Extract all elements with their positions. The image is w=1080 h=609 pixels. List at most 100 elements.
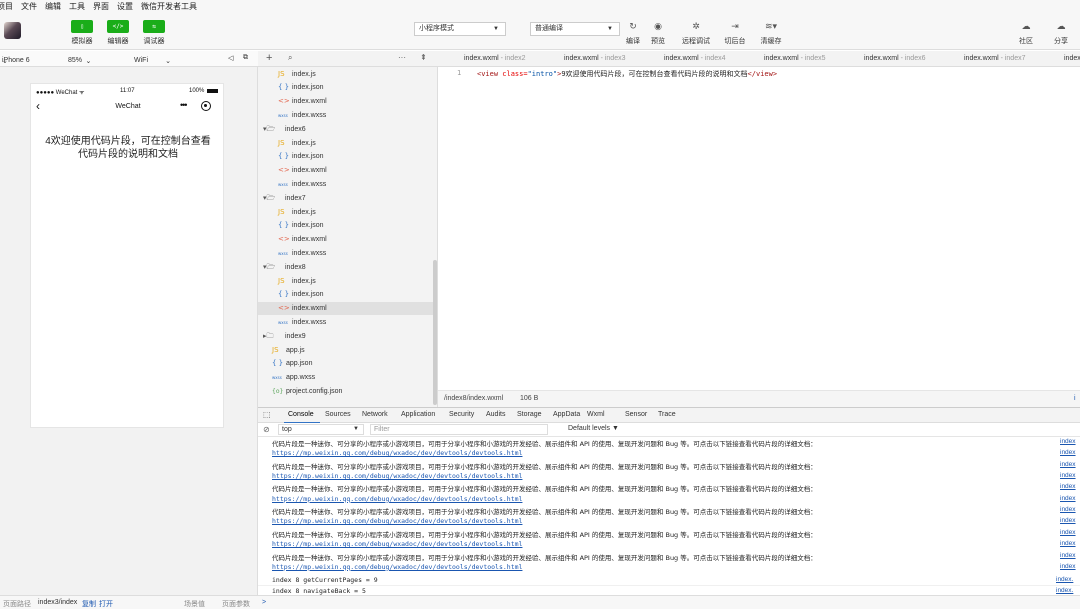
editor-button[interactable]: </> 编辑器 — [103, 20, 133, 46]
tree-file[interactable]: <> index.wxml — [258, 164, 434, 177]
console-source-link[interactable]: index — [1060, 483, 1080, 490]
tree-file[interactable]: wxss index.wxss — [258, 109, 434, 122]
open-link[interactable]: 打开 — [99, 599, 113, 609]
clear-console-icon[interactable]: ⊘ — [263, 425, 270, 434]
menu-project[interactable]: 项目 — [0, 1, 13, 12]
collapse-icon[interactable]: ⇞ — [420, 53, 427, 62]
console-source-link[interactable]: index — [1060, 563, 1080, 570]
devtools-tab-storage[interactable]: Storage — [517, 411, 542, 418]
devtools-tab-appdata[interactable]: AppData — [553, 411, 580, 418]
remote-debug-button[interactable]: ✲ 远程调试 — [680, 20, 712, 46]
devtools-tab-trace[interactable]: Trace — [658, 411, 676, 418]
console-doc-link[interactable]: https://mp.weixin.qq.com/debug/wxadoc/de… — [272, 449, 522, 457]
tree-folder[interactable]: ▾🗁 index6 — [258, 123, 434, 136]
devtools-tab-audits[interactable]: Audits — [486, 411, 505, 418]
console-doc-link[interactable]: https://mp.weixin.qq.com/debug/wxadoc/de… — [272, 563, 522, 571]
tree-file[interactable]: wxss index.wxss — [258, 247, 434, 260]
tree-file[interactable]: <> index.wxml — [258, 233, 434, 246]
console-doc-link[interactable]: https://mp.weixin.qq.com/debug/wxadoc/de… — [272, 495, 522, 503]
add-icon[interactable]: + — [266, 52, 272, 64]
tree-file[interactable]: JS index.js — [258, 206, 434, 219]
editor-tab[interactable]: index.wxml - index4 — [664, 55, 726, 62]
console-source-link[interactable]: index — [1060, 506, 1080, 513]
tree-file[interactable]: JS index.js — [258, 68, 434, 81]
tree-file[interactable]: { } index.json — [258, 150, 434, 163]
compile-button[interactable]: ↻ 编译 — [624, 20, 642, 46]
devtools-tab-sources[interactable]: Sources — [325, 411, 351, 418]
copy-link[interactable]: 复制 — [82, 599, 96, 609]
console-source-link[interactable]: index — [1060, 529, 1080, 536]
search-icon[interactable]: ⌕ — [288, 53, 292, 63]
tree-folder[interactable]: ▾🗁 index8 — [258, 261, 434, 274]
mode-select[interactable]: 小程序模式 ▼ — [414, 22, 506, 36]
more-icon[interactable]: ··· — [398, 53, 406, 62]
console-source-link[interactable]: index — [1060, 495, 1080, 502]
devtools-tab-console[interactable]: Console — [288, 411, 314, 418]
log-levels-select[interactable]: Default levels ▼ — [568, 425, 619, 432]
menu-tools[interactable]: 工具 — [69, 1, 85, 12]
devtools-tab-application[interactable]: Application — [401, 411, 435, 418]
file-tree-scrollbar[interactable] — [433, 260, 437, 405]
code-line[interactable]: <view class="intro">9欢迎使用代码片段，可在控制台查看代码片… — [477, 69, 777, 79]
code-editor[interactable]: 1 <view class="intro">9欢迎使用代码片段，可在控制台查看代… — [438, 67, 1080, 390]
console-source-link[interactable]: index — [1060, 461, 1080, 468]
editor-tab[interactable]: index.wxml - index2 — [464, 55, 526, 62]
console-source-link[interactable]: index — [1060, 540, 1080, 547]
console-source-link[interactable]: index — [1060, 517, 1080, 524]
simulator-button[interactable]: ▯ 模拟器 — [67, 20, 97, 46]
tree-file[interactable]: { } index.json — [258, 81, 434, 94]
devtools-tab-network[interactable]: Network — [362, 411, 388, 418]
window-icon[interactable]: ⧉ — [243, 54, 248, 62]
community-button[interactable]: ☁ 社区 — [1015, 20, 1037, 46]
console-source-link[interactable]: index — [1060, 552, 1080, 559]
background-button[interactable]: ⇥ 切后台 — [722, 20, 748, 46]
phone-screen[interactable]: ●●●●● WeChat ᯤ 11:07 100% ‹ WeChat ••• 4… — [30, 83, 224, 428]
page-params-button[interactable]: 页面参数 — [222, 599, 250, 609]
tree-file[interactable]: JS app.js — [258, 344, 434, 357]
devtools-tab-security[interactable]: Security — [449, 411, 474, 418]
console-doc-link[interactable]: https://mp.weixin.qq.com/debug/wxadoc/de… — [272, 472, 522, 480]
tree-file[interactable]: wxss index.wxss — [258, 316, 434, 329]
preview-button[interactable]: ◉ 预览 — [648, 20, 668, 46]
console-source-link[interactable]: index. — [1056, 576, 1080, 583]
tree-file[interactable]: {o} project.config.json — [258, 385, 434, 398]
editor-tab[interactable]: index.wxml - index5 — [764, 55, 826, 62]
console-doc-link[interactable]: https://mp.weixin.qq.com/debug/wxadoc/de… — [272, 540, 522, 548]
menu-file[interactable]: 文件 — [21, 1, 37, 12]
tree-file[interactable]: { } app.json — [258, 357, 434, 370]
tree-file[interactable]: wxss app.wxss — [258, 371, 434, 384]
tree-file[interactable]: JS index.js — [258, 275, 434, 288]
console-source-link[interactable]: index. — [1056, 587, 1080, 594]
zoom-select[interactable]: 85% ⌄ — [68, 54, 91, 65]
tree-file[interactable]: { } index.json — [258, 219, 434, 232]
menu-settings[interactable]: 设置 — [117, 1, 133, 12]
editor-tab[interactable]: index — [1064, 55, 1080, 62]
debugger-button[interactable]: ⇆ 调试器 — [139, 20, 169, 46]
avatar[interactable] — [4, 22, 21, 39]
clear-cache-button[interactable]: ≋▾ 清缓存 — [758, 20, 784, 46]
capsule-close-icon[interactable] — [201, 101, 211, 111]
inspect-icon[interactable]: ⬚ — [263, 410, 271, 419]
status-link[interactable]: i — [1074, 395, 1076, 402]
devtools-tab-sensor[interactable]: Sensor — [625, 411, 647, 418]
scene-value-button[interactable]: 场景值 — [184, 599, 205, 609]
network-select[interactable]: WiFi ⌄ — [134, 54, 171, 65]
console-source-link[interactable]: index — [1060, 449, 1080, 456]
tree-file[interactable]: JS index.js — [258, 137, 434, 150]
tree-file[interactable]: wxss index.wxss — [258, 178, 434, 191]
tree-folder[interactable]: ▸🗀 index9 — [258, 330, 434, 343]
menu-edit[interactable]: 编辑 — [45, 1, 61, 12]
console-prompt[interactable]: > — [262, 599, 266, 606]
editor-tab[interactable]: index.wxml - index7 — [964, 55, 1026, 62]
tree-file[interactable]: { } index.json — [258, 288, 434, 301]
console-source-link[interactable]: index — [1060, 438, 1080, 445]
tree-file[interactable]: <> index.wxml — [258, 302, 434, 316]
tree-file[interactable]: <> index.wxml — [258, 95, 434, 108]
volume-icon[interactable]: ◁ — [228, 54, 233, 62]
menu-devtools[interactable]: 微信开发者工具 — [141, 1, 197, 12]
context-select[interactable]: top ▼ — [278, 424, 364, 435]
console-filter-input[interactable]: Filter — [370, 424, 548, 435]
tree-folder[interactable]: ▾🗁 index7 — [258, 192, 434, 205]
devtools-tab-wxml[interactable]: Wxml — [587, 411, 605, 418]
compile-select[interactable]: 普通编译 ▼ — [530, 22, 620, 36]
